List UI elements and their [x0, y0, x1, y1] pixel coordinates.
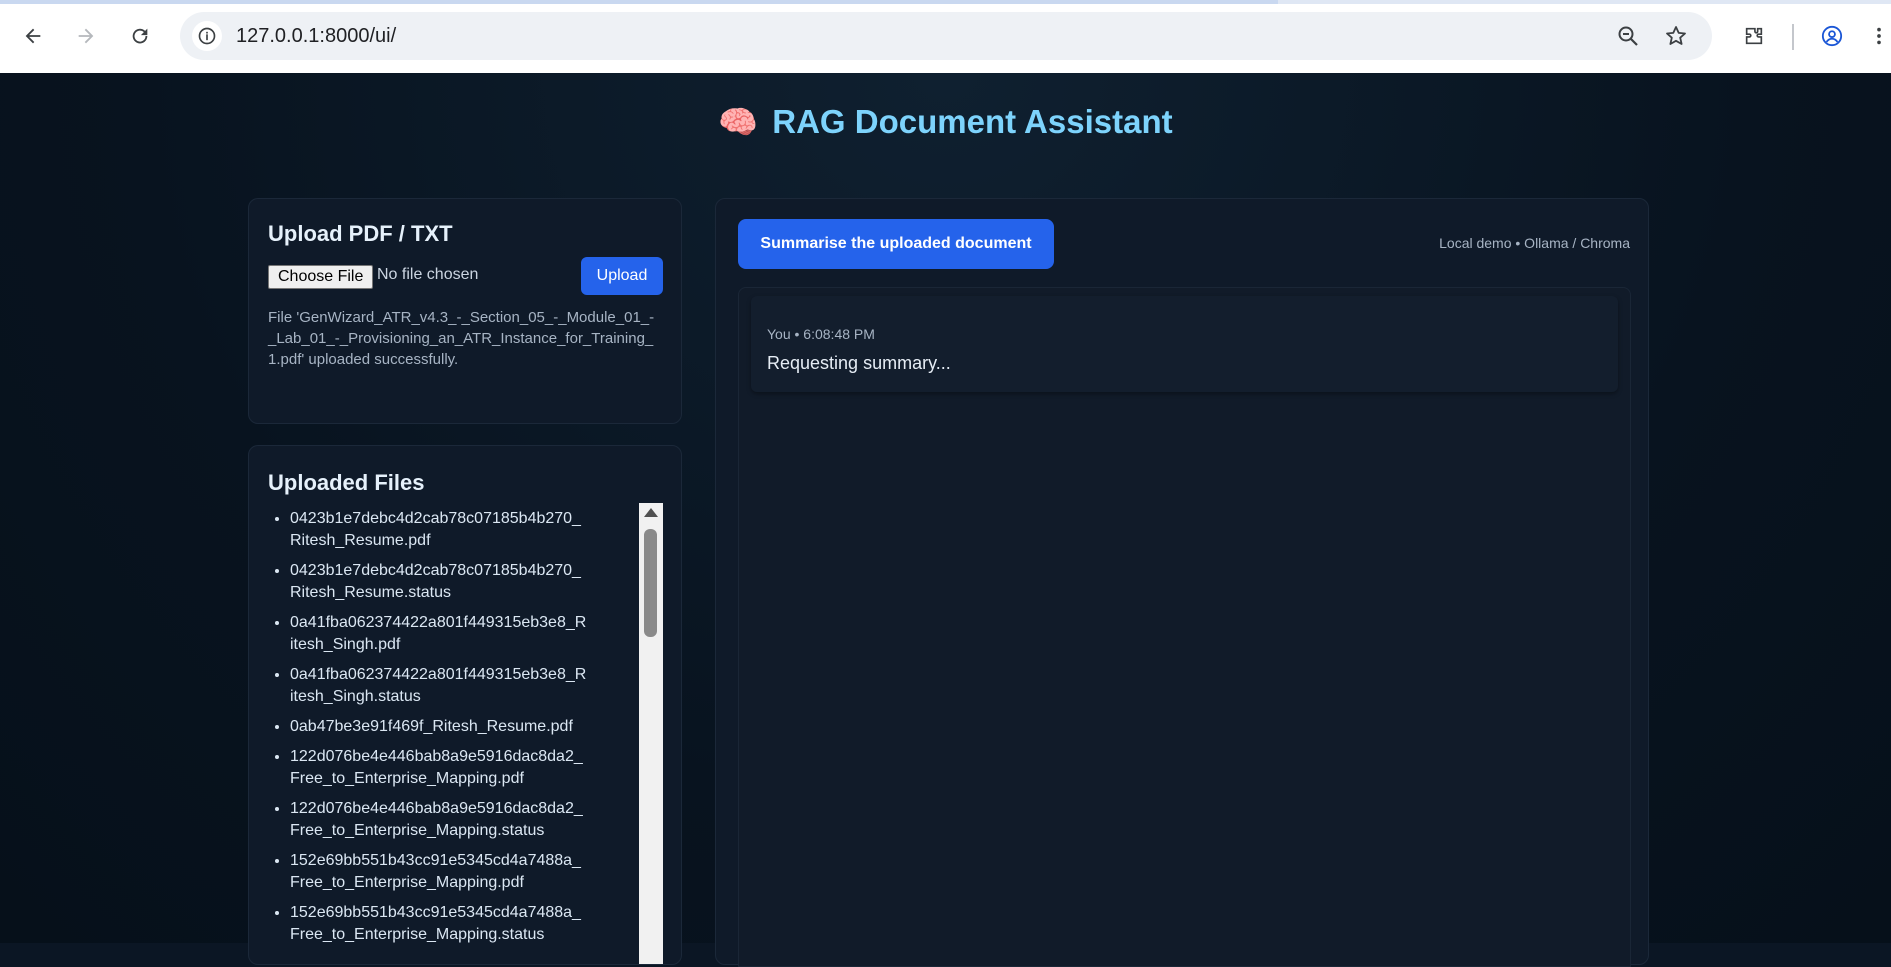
address-bar[interactable]: 127.0.0.1:8000/ui/: [180, 12, 1712, 60]
list-item: 0ab47be3e91f469f_Ritesh_Resume.pdf: [290, 715, 588, 738]
message-text: Requesting summary...: [767, 353, 951, 373]
list-item: 0a41fba062374422a801f449315eb3e8_Ritesh_…: [290, 611, 588, 656]
uploaded-files-list[interactable]: 0423b1e7debc4d2cab78c07185b4b270_Ritesh_…: [268, 503, 588, 964]
no-file-chosen-label: No file chosen: [377, 266, 479, 283]
list-item: 152e69bb551b43cc91e5345cd4a7488a_Free_to…: [290, 901, 588, 946]
uploaded-files-panel: Uploaded Files 0423b1e7debc4d2cab78c0718…: [248, 445, 682, 965]
message-meta: You • 6:08:48 PM: [767, 326, 875, 342]
app-title-text: RAG Document Assistant: [772, 103, 1173, 140]
url-text[interactable]: 127.0.0.1:8000/ui/: [236, 25, 396, 48]
files-scrollbar[interactable]: [639, 503, 663, 964]
list-item: 0a41fba062374422a801f449315eb3e8_Ritesh_…: [290, 663, 588, 708]
chat-history[interactable]: You • 6:08:48 PM Requesting summary...: [738, 287, 1631, 967]
summarise-button[interactable]: Summarise the uploaded document: [738, 219, 1054, 269]
upload-status-message: File 'GenWizard_ATR_v4.3_-_Section_05_-_…: [268, 309, 655, 368]
arrow-right-icon[interactable]: [70, 20, 102, 52]
page-title: 🧠 RAG Document Assistant: [0, 103, 1891, 141]
scroll-up-arrow-icon[interactable]: [644, 508, 658, 517]
upload-panel: Upload PDF / TXT Choose File No file cho…: [248, 198, 682, 424]
choose-file-button[interactable]: Choose File: [268, 265, 374, 289]
zoom-out-icon[interactable]: [1616, 24, 1640, 48]
upload-heading: Upload PDF / TXT: [268, 221, 453, 246]
toolbar-separator: [1792, 24, 1794, 50]
chat-panel: Summarise the uploaded document Local de…: [715, 198, 1649, 967]
kebab-menu-icon[interactable]: [1868, 20, 1890, 52]
list-item: 152e69bb551b43cc91e5345cd4a7488a_Free_to…: [290, 849, 588, 894]
arrow-left-icon[interactable]: [17, 20, 49, 52]
backend-info-label: Local demo • Ollama / Chroma: [1439, 235, 1630, 251]
tab-strip: [0, 0, 1891, 4]
account-circle-icon[interactable]: [1816, 20, 1848, 52]
puzzle-icon[interactable]: [1738, 20, 1770, 52]
star-icon[interactable]: [1664, 24, 1688, 48]
uploaded-files-heading: Uploaded Files: [268, 470, 425, 495]
scrollbar-thumb[interactable]: [644, 529, 657, 637]
browser-toolbar: 127.0.0.1:8000/ui/: [0, 0, 1891, 74]
upload-button[interactable]: Upload: [581, 257, 663, 295]
page-content: 🧠 RAG Document Assistant Upload PDF / TXT…: [0, 73, 1891, 967]
info-icon[interactable]: [192, 21, 222, 51]
list-item: 122d076be4e446bab8a9e5916dac8da2_Free_to…: [290, 797, 588, 842]
list-item: 0423b1e7debc4d2cab78c07185b4b270_Ritesh_…: [290, 507, 588, 552]
brain-icon: 🧠: [718, 104, 759, 140]
reload-icon[interactable]: [124, 20, 156, 52]
chat-message: You • 6:08:48 PM Requesting summary...: [751, 296, 1618, 392]
list-item: 0423b1e7debc4d2cab78c07185b4b270_Ritesh_…: [290, 559, 588, 604]
list-item: 122d076be4e446bab8a9e5916dac8da2_Free_to…: [290, 745, 588, 790]
